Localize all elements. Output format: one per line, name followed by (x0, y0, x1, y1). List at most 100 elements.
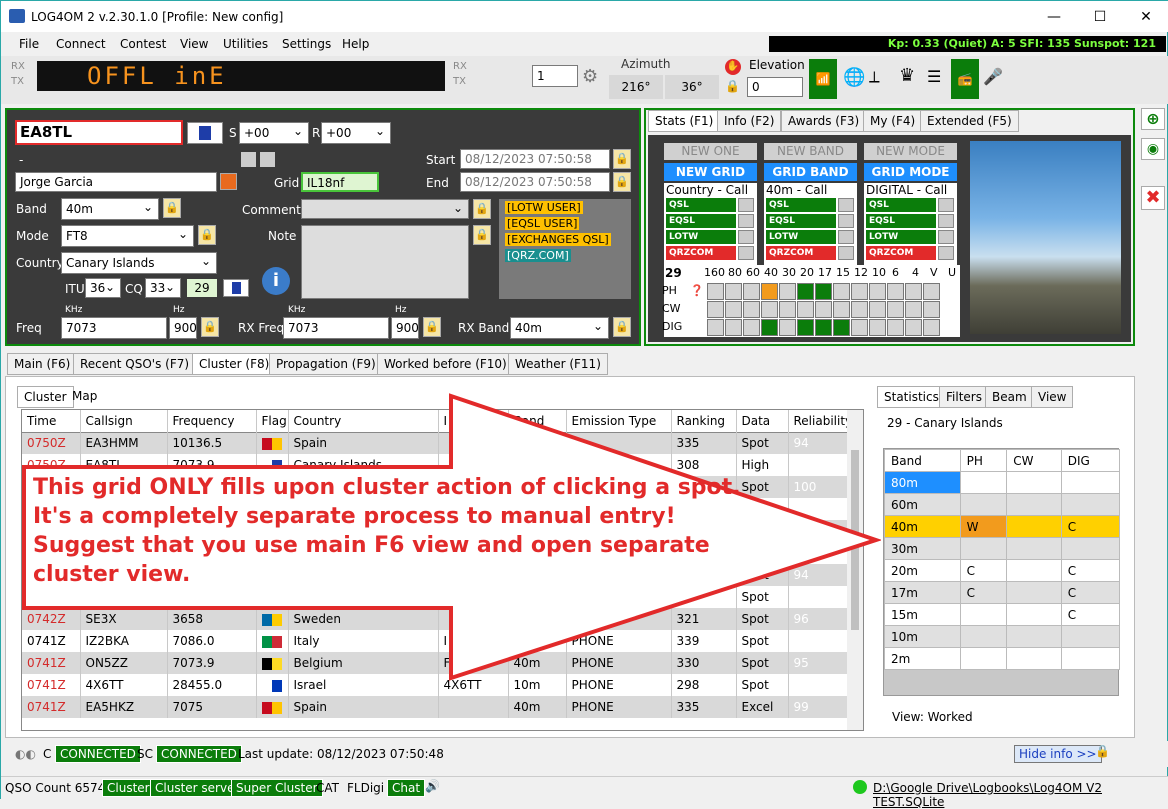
comment-label: Comment (242, 203, 301, 217)
start-lock-icon[interactable]: 🔒 (613, 149, 631, 169)
worked-cell (725, 283, 742, 300)
comment-input[interactable] (301, 199, 469, 219)
menu-contest[interactable]: Contest (120, 37, 166, 51)
title-bar: LOG4OM 2 v.2.30.1.0 [Profile: New config… (1, 1, 1168, 32)
grid-input[interactable]: IL18nf (301, 172, 379, 192)
server-icon[interactable]: ☰ (927, 67, 941, 86)
cq-select[interactable]: 33 (145, 278, 181, 298)
cluster-status-tag[interactable]: Cluster (102, 779, 155, 797)
itu-select[interactable]: 36 (85, 278, 121, 298)
start-datetime[interactable]: 08/12/2023 07:50:58 (460, 149, 610, 169)
tab-propagation[interactable]: Propagation (F9) (269, 353, 383, 375)
note-textarea[interactable] (301, 225, 469, 299)
end-datetime[interactable]: 08/12/2023 07:50:58 (460, 172, 610, 192)
help-icon[interactable]: ❓ (690, 284, 704, 297)
maximize-button[interactable]: ☐ (1077, 1, 1123, 32)
mode-select[interactable]: FT8 (61, 225, 194, 247)
menu-view[interactable]: View (180, 37, 208, 51)
rxband-select[interactable]: 40m (510, 317, 609, 339)
menu-connect[interactable]: Connect (56, 37, 106, 51)
worked-cell (761, 301, 778, 318)
menu-utilities[interactable]: Utilities (223, 37, 268, 51)
worked-cell (707, 301, 724, 318)
tab-stats[interactable]: Stats (F1) (648, 110, 721, 132)
tab-awards[interactable]: Awards (F3) (781, 110, 867, 132)
menu-settings[interactable]: Settings (282, 37, 331, 51)
chat-tag[interactable]: Chat (387, 779, 426, 797)
tab-filters[interactable]: Filters (939, 386, 989, 408)
globe-icon[interactable]: 🌐 (843, 67, 865, 88)
add-icon[interactable]: ⊕ (1141, 108, 1165, 130)
close-button[interactable]: ✕ (1123, 1, 1168, 32)
radio-number-spinner[interactable]: 1 (532, 65, 578, 87)
tab-cluster[interactable]: Cluster (F8) (192, 353, 277, 375)
rxfreq-khz-input[interactable]: 7073 (283, 317, 389, 339)
mode-lock-icon[interactable]: 🔒 (198, 225, 216, 245)
band-select[interactable]: 40m (61, 198, 159, 220)
tab-statistics[interactable]: Statistics (877, 386, 946, 408)
band-cell: 10m (884, 625, 961, 648)
tab-beam[interactable]: Beam (985, 386, 1034, 408)
freq-lock-icon[interactable]: 🔒 (201, 317, 219, 337)
band-lock-icon[interactable]: 🔒 (163, 198, 181, 218)
cat-tag[interactable]: CAT (316, 781, 339, 795)
mini-toggle-1[interactable] (241, 152, 256, 167)
tab-extended[interactable]: Extended (F5) (920, 110, 1019, 132)
qsl-check (838, 230, 854, 244)
tab-main[interactable]: Main (F6) (7, 353, 78, 375)
freq-hz-input[interactable]: 900 (169, 317, 197, 339)
worked-cell (851, 301, 868, 318)
band-cell (1006, 471, 1062, 494)
tab-weather[interactable]: Weather (F11) (508, 353, 608, 375)
cluster-connected-badge: CONNECTED (55, 745, 141, 763)
elevation-input[interactable]: 0 (747, 77, 803, 97)
cell-data: Excel (736, 696, 789, 718)
tab-worked-before[interactable]: Worked before (F10) (377, 353, 514, 375)
hide-info-button[interactable]: Hide info >> (1014, 745, 1102, 763)
gear-icon[interactable]: ⚙ (582, 66, 598, 87)
speaker-icon[interactable]: 🔊 (425, 779, 440, 793)
comment-lock-icon[interactable]: 🔒 (473, 199, 491, 219)
fldigi-tag[interactable]: FLDigi (347, 781, 384, 795)
hide-info-lock-icon[interactable]: 🔒 (1095, 744, 1110, 758)
rxfreq-hz-input[interactable]: 900 (391, 317, 419, 339)
end-lock-icon[interactable]: 🔒 (613, 172, 631, 192)
table-row[interactable]: 0741Z EA5HKZ 7075 Spain 40m PHONE 335 Excel 99 (22, 696, 849, 718)
note-lock-icon[interactable]: 🔒 (473, 225, 491, 245)
azimuth-value: 216° (609, 75, 663, 99)
band-header-V: V (930, 266, 938, 279)
microphone-icon[interactable]: 🎤 (983, 67, 1003, 86)
rxfreq-lock-icon[interactable]: 🔒 (423, 317, 441, 337)
country-select[interactable]: Canary Islands (61, 252, 217, 274)
lock-icon[interactable]: 🔒 (725, 79, 740, 93)
name-input[interactable]: Jorge Garcia (15, 172, 217, 192)
radio-icon[interactable]: 📻 (951, 59, 979, 99)
tab-recent-qsos[interactable]: Recent QSO's (F7) (73, 353, 197, 375)
tab-my[interactable]: My (F4) (863, 110, 923, 132)
qrz-lookup-icon[interactable] (220, 173, 237, 190)
band-row: 40m W C (884, 515, 1121, 538)
menu-file[interactable]: File (19, 37, 39, 51)
band-header-17: 17 (818, 266, 832, 279)
qsl-check (738, 230, 754, 244)
delete-icon[interactable]: ✖ (1141, 186, 1165, 210)
rst-sent-select[interactable]: +00 (239, 122, 309, 144)
tab-info[interactable]: Info (F2) (717, 110, 782, 132)
award-crown-icon[interactable]: ♛ (899, 65, 915, 86)
database-path[interactable]: D:\Google Drive\Logbooks\Log4OM V2 TEST.… (873, 781, 1167, 809)
qsl-check (838, 214, 854, 228)
world-icon[interactable]: ◉ (1141, 138, 1165, 160)
cluster-signal-icon[interactable]: 📶 (809, 59, 837, 99)
info-icon[interactable]: i (262, 267, 290, 295)
rst-rcvd-select[interactable]: +00 (321, 122, 391, 144)
antenna-icon[interactable]: ⟂ (869, 67, 880, 87)
menu-help[interactable]: Help (342, 37, 369, 51)
rxband-lock-icon[interactable]: 🔒 (613, 317, 631, 337)
mini-toggle-2[interactable] (260, 152, 275, 167)
tab-view[interactable]: View (1031, 386, 1074, 408)
freq-khz-input[interactable]: 7073 (61, 317, 167, 339)
stop-hand-icon[interactable]: ✋ (725, 59, 741, 75)
minimize-button[interactable]: — (1031, 1, 1077, 32)
super-cluster-tag[interactable]: Super Cluster (231, 779, 323, 797)
callsign-input[interactable]: EA8TL (15, 120, 183, 145)
